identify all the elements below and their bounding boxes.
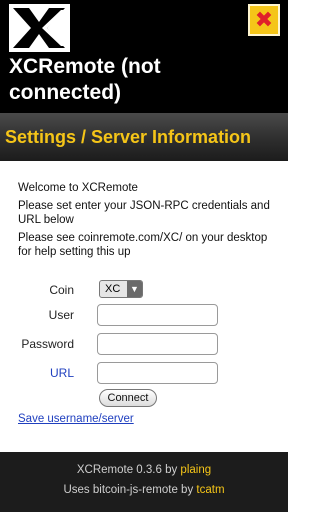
app-title: XCRemote (not connected) <box>9 55 161 104</box>
instructions-text: Please set enter your JSON-RPC credentia… <box>18 200 270 226</box>
app-header: XCRemote (not connected) ✖ <box>0 0 288 113</box>
user-input[interactable] <box>97 304 218 326</box>
version-text: XCRemote 0.3.6 by <box>76 464 181 476</box>
version-line: XCRemote 0.3.6 by plaing <box>0 464 288 476</box>
user-label: User <box>48 308 74 322</box>
app-footer: XCRemote 0.3.6 by plaing Uses bitcoin-js… <box>0 452 288 512</box>
close-x-icon: ✖ <box>254 7 274 32</box>
help-text: Please see coinremote.com/XC/ on your de… <box>18 232 268 258</box>
credits-author-link[interactable]: tcatm <box>196 484 224 496</box>
coin-label: Coin <box>49 283 74 297</box>
section-title: Settings / Server Information <box>5 127 252 147</box>
credits-line: Uses bitcoin-js-remote by tcatm <box>0 484 288 496</box>
section-header: Settings / Server Information <box>0 113 288 161</box>
intro-text: Welcome to XCRemote Please set enter you… <box>18 181 273 263</box>
xc-logo-icon <box>9 4 70 52</box>
chevron-down-icon: ▼ <box>126 281 142 297</box>
password-input[interactable] <box>97 333 218 355</box>
save-username-server-link[interactable]: Save username/server <box>18 413 134 425</box>
url-input[interactable] <box>97 362 218 384</box>
coin-select-value: XC <box>105 283 121 295</box>
welcome-text: Welcome to XCRemote <box>18 182 138 194</box>
close-button[interactable]: ✖ <box>248 4 280 36</box>
credits-text: Uses bitcoin-js-remote by <box>63 484 197 496</box>
connect-button[interactable]: Connect <box>99 389 157 407</box>
password-label: Password <box>21 337 74 351</box>
coin-select[interactable]: XC ▼ <box>99 280 143 298</box>
author-link[interactable]: plaing <box>180 464 211 476</box>
url-help-link[interactable]: URL <box>18 366 74 380</box>
